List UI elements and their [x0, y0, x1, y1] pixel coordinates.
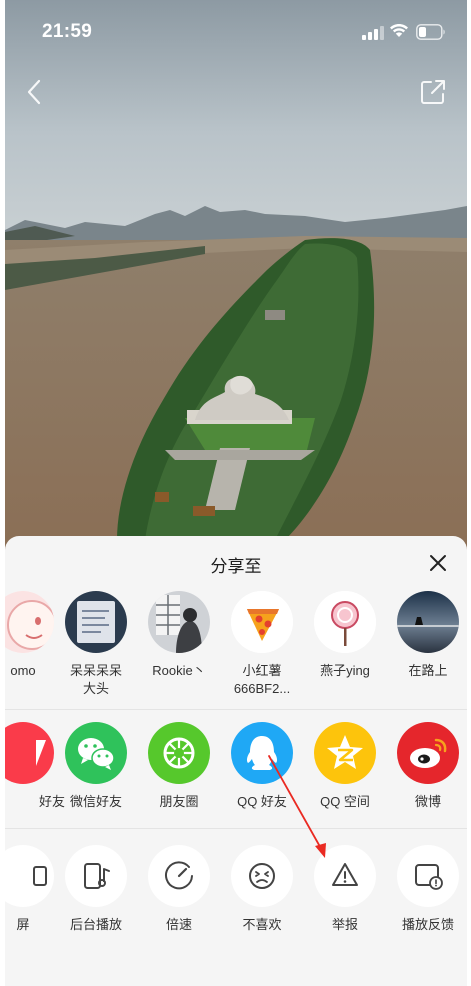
contact-avatar — [231, 591, 293, 653]
moments-icon — [148, 722, 210, 784]
wifi-icon — [390, 24, 408, 37]
action-label: 举报 — [331, 917, 358, 932]
share-sheet-title: 分享至 — [210, 557, 262, 576]
share-apps-row: 好友 微信好友 朋友圈 QQ 好友 QQ 空间 微博 — [5, 722, 467, 822]
share-app-label: 朋友圈 — [159, 794, 199, 809]
background-play-icon — [65, 845, 127, 907]
contact-avatar — [5, 591, 54, 653]
share-app-label: QQ 好友 — [237, 794, 287, 809]
contact-item[interactable]: 在路上 — [386, 591, 467, 680]
share-sheet: 分享至 omo 呆呆呆呆大头 Rookie丶 小红薯666BF2... 燕子yi… — [5, 536, 467, 986]
action-label: 不喜欢 — [242, 917, 282, 932]
share-app-label: 微信好友 — [69, 794, 122, 809]
action-label: 后台播放 — [69, 917, 122, 932]
action-item[interactable]: 倍速 — [137, 845, 221, 934]
contact-item[interactable]: 小红薯666BF2... — [220, 591, 304, 698]
divider — [5, 709, 467, 710]
dislike-icon — [231, 845, 293, 907]
share-app-label: 微博 — [414, 794, 441, 809]
contact-label: 呆呆呆呆大头 — [69, 663, 122, 696]
divider — [5, 828, 467, 829]
video-actions-row: 屏 后台播放 倍速 不喜欢 举报 播放反馈 — [5, 845, 467, 955]
report-icon — [314, 845, 376, 907]
share-app-label: QQ 空间 — [320, 794, 370, 809]
contact-item[interactable]: Rookie丶 — [137, 591, 221, 680]
qzone-icon — [314, 722, 376, 784]
playback-feedback-icon — [397, 845, 459, 907]
contact-label: 在路上 — [408, 663, 448, 678]
wechat-icon — [65, 722, 127, 784]
contact-label: 燕子ying — [320, 663, 370, 678]
qq-icon — [231, 722, 293, 784]
battery-icon — [416, 24, 445, 40]
share-external-icon[interactable] — [419, 78, 447, 106]
action-item[interactable]: 举报 — [303, 845, 387, 934]
status-time: 21:59 — [42, 21, 93, 42]
back-icon[interactable] — [23, 78, 47, 106]
action-label: 播放反馈 — [401, 917, 454, 932]
partial-screen-icon — [5, 845, 54, 907]
close-icon[interactable] — [427, 552, 449, 574]
contact-item[interactable]: 呆呆呆呆大头 — [54, 591, 138, 698]
contact-avatar — [65, 591, 127, 653]
partial-red-app-icon — [5, 722, 54, 784]
share-app-item[interactable]: 微博 — [386, 722, 467, 811]
contact-label: Rookie丶 — [152, 663, 206, 678]
status-bar: 21:59 — [5, 0, 467, 64]
share-app-item[interactable]: 微信好友 — [54, 722, 138, 811]
share-app-item[interactable]: 朋友圈 — [137, 722, 221, 811]
action-item[interactable]: 后台播放 — [54, 845, 138, 934]
weibo-icon — [397, 722, 459, 784]
contact-avatar — [314, 591, 376, 653]
speed-icon — [148, 845, 210, 907]
phone-screen: 21:59 分享至 omo 呆呆呆呆大头 Rookie丶 小红薯666BF2..… — [5, 0, 467, 986]
background-photo — [5, 0, 467, 600]
share-app-item[interactable]: QQ 空间 — [303, 722, 387, 811]
contact-avatar — [148, 591, 210, 653]
contact-item[interactable]: 燕子ying — [303, 591, 387, 680]
contact-avatar — [397, 591, 459, 653]
cellular-signal-icon — [362, 26, 384, 40]
action-item[interactable]: 不喜欢 — [220, 845, 304, 934]
recent-contacts-row: omo 呆呆呆呆大头 Rookie丶 小红薯666BF2... 燕子ying 在… — [5, 591, 467, 711]
contact-label: 小红薯666BF2... — [233, 663, 291, 696]
action-item[interactable]: 播放反馈 — [386, 845, 467, 934]
share-app-item[interactable]: QQ 好友 — [220, 722, 304, 811]
action-label: 倍速 — [165, 917, 192, 932]
